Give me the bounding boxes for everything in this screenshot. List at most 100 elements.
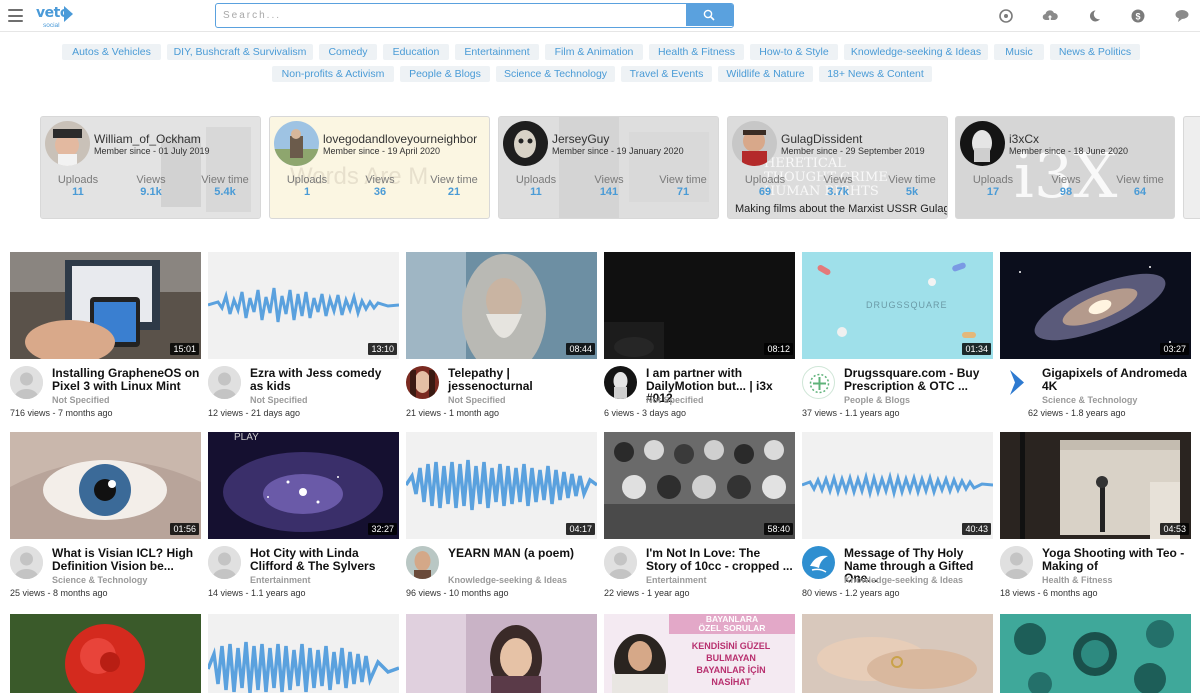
channel-name[interactable]: i3xCx (1009, 132, 1039, 146)
category-chip[interactable]: Education (383, 44, 449, 60)
category-chip[interactable]: Non-profits & Activism (272, 66, 394, 82)
uploader-avatar[interactable] (208, 366, 241, 399)
video-duration: 01:56 (170, 523, 199, 535)
video-category[interactable]: Not Specified (250, 395, 308, 405)
video-thumbnail[interactable]: 04:17 (406, 432, 597, 539)
video-title[interactable]: Telepathy | jessenocturnal (448, 367, 596, 392)
video-thumbnail[interactable] (802, 614, 993, 693)
uploader-avatar[interactable] (208, 546, 241, 579)
category-chip[interactable]: Health & Fitness (649, 44, 744, 60)
video-thumbnail[interactable] (406, 614, 597, 693)
category-chip[interactable]: Comedy (319, 44, 377, 60)
video-thumbnail[interactable]: 08:44 (406, 252, 597, 359)
uploader-avatar[interactable] (10, 366, 43, 399)
category-chip[interactable]: Music (994, 44, 1044, 60)
uploader-avatar[interactable] (406, 546, 439, 579)
video-title[interactable]: Ezra with Jess comedy as kids (250, 367, 398, 392)
compass-icon[interactable] (998, 8, 1014, 24)
video-thumbnail[interactable]: 08:12 (604, 252, 795, 359)
channel-card[interactable]: i3X i3xCx Member since - 18 June 2020 Up… (955, 116, 1175, 219)
video-category[interactable]: Knowledge-seeking & Ideas (844, 575, 963, 585)
uploader-avatar[interactable] (10, 546, 43, 579)
video-views-age: 12 views - 21 days ago (208, 408, 301, 418)
uploads-label: Uploads (286, 174, 328, 186)
upload-icon[interactable] (1042, 8, 1058, 24)
video-title[interactable]: I'm Not In Love: The Story of 10cc - cro… (646, 547, 794, 572)
logo[interactable]: veto social (36, 4, 80, 30)
views-label: Views (365, 174, 395, 186)
category-chip[interactable]: Film & Animation (545, 44, 643, 60)
video-title[interactable]: Installing GrapheneOS on Pixel 3 with Li… (52, 367, 200, 392)
video-thumbnail[interactable] (1000, 614, 1191, 693)
channel-name[interactable]: lovegodandloveyourneighbor (323, 132, 477, 146)
video-category[interactable]: Entertainment (250, 575, 311, 585)
video-title[interactable]: What is Visian ICL? High Definition Visi… (52, 547, 200, 572)
video-category[interactable]: Science & Technology (1042, 395, 1137, 405)
channel-card-partial[interactable] (1183, 116, 1200, 219)
video-views-age: 18 views - 6 months ago (1000, 588, 1098, 598)
dollar-icon[interactable]: $ (1130, 8, 1146, 24)
category-chip[interactable]: Travel & Events (621, 66, 712, 82)
video-thumbnail[interactable]: BAYANLARA ÖZEL SORULAR KENDİSİNİ GÜZEL B… (604, 614, 795, 693)
video-category[interactable]: Entertainment (646, 575, 707, 585)
category-chip[interactable]: DIY, Bushcraft & Survivalism (167, 44, 313, 60)
search-input[interactable] (216, 4, 686, 26)
channel-card[interactable]: William_of_Ockham Member since - 01 July… (40, 116, 261, 219)
video-thumbnail[interactable]: 15:01 (10, 252, 201, 359)
uploader-avatar[interactable] (802, 546, 835, 579)
channel-name[interactable]: William_of_Ockham (94, 132, 201, 146)
video-thumbnail[interactable]: 01:56 (10, 432, 201, 539)
video-thumbnail[interactable]: 03:27 (1000, 252, 1191, 359)
uploader-avatar[interactable] (802, 366, 835, 399)
top-bar: veto social $ (0, 0, 1200, 32)
channel-card[interactable]: Words Are M lovegodandloveyourneighbor M… (269, 116, 490, 219)
uploader-avatar[interactable] (1000, 546, 1033, 579)
category-chip[interactable]: Science & Technology (496, 66, 615, 82)
video-views-age: 37 views - 1.1 years ago (802, 408, 900, 418)
category-chip[interactable]: 18+ News & Content (819, 66, 932, 82)
channel-card[interactable]: JerseyGuy Member since - 19 January 2020… (498, 116, 719, 219)
uploader-avatar[interactable] (406, 366, 439, 399)
category-chip[interactable]: News & Politics (1050, 44, 1140, 60)
video-category[interactable]: Knowledge-seeking & Ideas (448, 575, 567, 585)
category-chip[interactable]: Knowledge-seeking & Ideas (844, 44, 988, 60)
category-chip[interactable]: Autos & Vehicles (62, 44, 161, 60)
video-thumbnail[interactable]: 58:40 (604, 432, 795, 539)
video-title[interactable]: Yoga Shooting with Teo - Making of (1042, 547, 1190, 572)
video-title[interactable]: Hot City with Linda Clifford & The Sylve… (250, 547, 398, 572)
category-chip[interactable]: Entertainment (455, 44, 539, 60)
menu-icon[interactable] (8, 9, 23, 22)
thumbnail-body-line: NASİHAT (711, 677, 751, 687)
video-title[interactable]: Gigapixels of Andromeda 4K (1042, 367, 1190, 392)
uploader-avatar[interactable] (604, 546, 637, 579)
category-chip[interactable]: How-to & Style (750, 44, 838, 60)
video-thumbnail[interactable] (208, 614, 399, 693)
video-thumbnail[interactable]: DRUGSSQUARE 01:34 (802, 252, 993, 359)
video-thumbnail[interactable]: 13:10 (208, 252, 399, 359)
video-category[interactable]: Science & Technology (52, 575, 147, 585)
video-thumbnail[interactable] (10, 614, 201, 693)
dark-mode-moon-icon[interactable] (1086, 8, 1102, 24)
video-category[interactable]: Not Specified (52, 395, 110, 405)
chat-bubble-icon[interactable] (1174, 8, 1190, 24)
video-title[interactable]: YEARN MAN (a poem) (448, 547, 596, 560)
video-category[interactable]: Not Specified (646, 395, 704, 405)
category-chip[interactable]: People & Blogs (400, 66, 490, 82)
channel-name[interactable]: GulagDissident (781, 132, 862, 146)
video-category[interactable]: Not Specified (448, 395, 506, 405)
channel-card[interactable]: HERETICAL THOUGHT CRIME HUMAN RIGHTS Gul… (727, 116, 948, 219)
channel-name[interactable]: JerseyGuy (552, 132, 609, 146)
video-thumbnail[interactable]: 40:43 (802, 432, 993, 539)
uploader-avatar[interactable] (604, 366, 637, 399)
channel-avatar (45, 121, 90, 166)
category-chip[interactable]: Wildlife & Nature (718, 66, 813, 82)
uploads-label: Uploads (744, 174, 786, 186)
views-label: Views (136, 174, 166, 186)
uploader-avatar[interactable] (1000, 366, 1033, 399)
video-category[interactable]: Health & Fitness (1042, 575, 1113, 585)
search-button[interactable] (686, 4, 733, 26)
video-thumbnail[interactable]: PLAY 32:27 (208, 432, 399, 539)
video-category[interactable]: People & Blogs (844, 395, 910, 405)
video-title[interactable]: Drugssquare.com - Buy Prescription & OTC… (844, 367, 992, 392)
video-thumbnail[interactable]: 04:53 (1000, 432, 1191, 539)
